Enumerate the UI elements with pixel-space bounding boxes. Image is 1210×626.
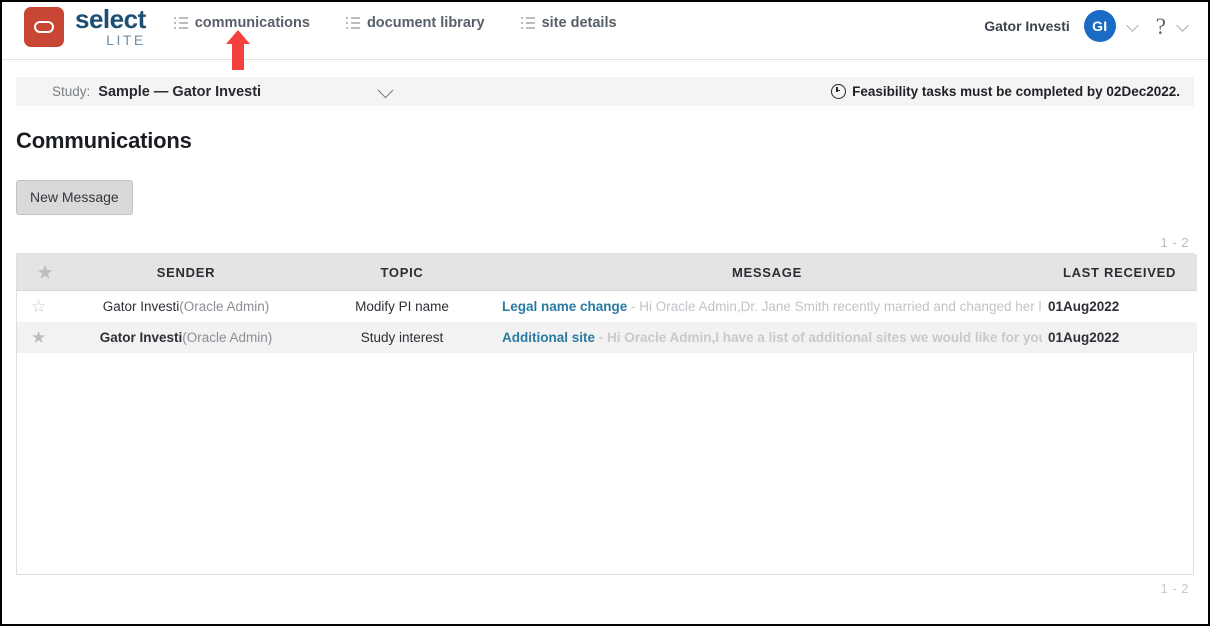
nav-item-document-library[interactable]: document library — [345, 15, 485, 31]
nav-label-document-library: document library — [366, 15, 485, 31]
feasibility-notice: Feasibility tasks must be completed by 0… — [831, 84, 1180, 99]
row-last-received-cell: 01Aug2022 — [1042, 290, 1197, 322]
pager-bottom: 1 - 2 — [1160, 581, 1189, 596]
star-icon-header[interactable]: ★ — [38, 264, 54, 281]
row-message-cell[interactable]: Legal name change - Hi Oracle Admin,Dr. … — [492, 290, 1042, 322]
star-icon-filled[interactable]: ★ — [31, 329, 46, 346]
avatar[interactable]: GI — [1083, 10, 1116, 42]
logo-wordmark: select LITE — [75, 6, 146, 47]
row-star-cell[interactable]: ☆ — [17, 290, 60, 322]
chevron-down-icon-study[interactable] — [379, 84, 394, 99]
column-header-message[interactable]: MESSAGE — [492, 254, 1042, 291]
nav-label-communications: communications — [194, 15, 310, 31]
row-last-received-cell: 01Aug2022 — [1042, 322, 1197, 353]
study-value: Sample — Gator Investi — [98, 83, 262, 100]
feasibility-notice-text: Feasibility tasks must be completed by 0… — [852, 84, 1180, 99]
star-icon-outline[interactable]: ☆ — [31, 298, 46, 315]
app-header: select LITE communications document libr… — [2, 2, 1208, 60]
communications-table: ★ SENDER TOPIC MESSAGE LAST RECEIVED ☆ G… — [17, 254, 1197, 353]
chevron-down-icon-user[interactable] — [1127, 20, 1140, 33]
message-preview: - Hi Oracle Admin,I have a list of addit… — [598, 330, 1042, 345]
list-icon — [173, 17, 188, 29]
main-navigation: communications document library site det… — [173, 15, 653, 31]
column-header-topic[interactable]: TOPIC — [312, 254, 492, 291]
logo-brand: select — [75, 4, 146, 34]
row-topic-cell: Modify PI name — [312, 290, 492, 322]
list-icon — [520, 17, 535, 29]
row-star-cell[interactable]: ★ — [17, 322, 60, 353]
oracle-oval-icon — [24, 6, 64, 47]
sender-name: Gator Investi — [102, 299, 180, 314]
study-bar: Study: Sample — Gator Investi Feasibilit… — [16, 77, 1194, 106]
study-label: Study: — [52, 84, 91, 99]
message-subject-link[interactable]: Additional site — [502, 330, 595, 345]
clock-icon — [831, 84, 847, 99]
row-topic-cell: Study interest — [312, 322, 492, 353]
column-header-last-received[interactable]: LAST RECEIVED — [1042, 254, 1197, 291]
logo-sub: LITE — [106, 32, 146, 48]
row-message-cell[interactable]: Additional site - Hi Oracle Admin,I have… — [492, 322, 1042, 353]
page-title: Communications — [16, 128, 192, 153]
nav-item-site-details[interactable]: site details — [520, 15, 617, 31]
communications-table-container: ★ SENDER TOPIC MESSAGE LAST RECEIVED ☆ G… — [16, 253, 1197, 575]
table-row[interactable]: ★ Gator Investi(Oracle Admin) Study inte… — [17, 322, 1197, 353]
message-preview: - Hi Oracle Admin,Dr. Jane Smith recentl… — [631, 299, 1042, 314]
app-window: select LITE communications document libr… — [0, 0, 1210, 626]
row-sender-cell: Gator Investi(Oracle Admin) — [60, 322, 312, 353]
chevron-down-icon-help[interactable] — [1177, 20, 1190, 33]
nav-label-site-details: site details — [541, 15, 617, 31]
new-message-button[interactable]: New Message — [16, 180, 133, 215]
column-header-sender[interactable]: SENDER — [60, 254, 312, 291]
sender-role: (Oracle Admin) — [182, 330, 273, 345]
user-name: Gator Investi — [984, 18, 1070, 34]
table-row[interactable]: ☆ Gator Investi(Oracle Admin) Modify PI … — [17, 290, 1197, 322]
help-icon[interactable]: ? — [1156, 15, 1166, 38]
app-logo[interactable]: select LITE — [24, 6, 146, 47]
list-icon — [345, 17, 360, 29]
table-header-row: ★ SENDER TOPIC MESSAGE LAST RECEIVED — [17, 254, 1197, 291]
pager-top: 1 - 2 — [1160, 235, 1189, 250]
column-header-star[interactable]: ★ — [17, 254, 60, 291]
message-subject-link[interactable]: Legal name change — [502, 299, 627, 314]
sender-name: Gator Investi — [99, 330, 183, 345]
header-user-area: Gator Investi GI ? — [984, 10, 1190, 42]
nav-item-communications[interactable]: communications — [173, 15, 310, 31]
row-sender-cell: Gator Investi(Oracle Admin) — [60, 290, 312, 322]
sender-role: (Oracle Admin) — [179, 299, 270, 314]
